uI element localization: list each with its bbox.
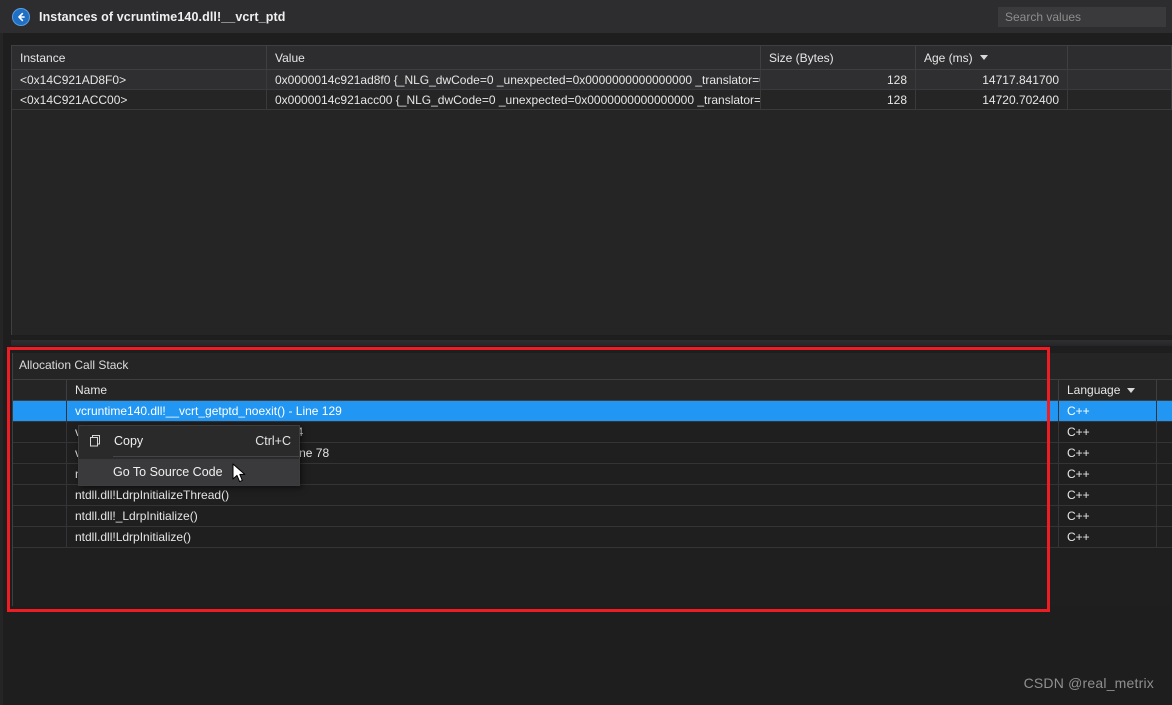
instances-grid: Instance Value Size (Bytes) Age (ms) <0x… <box>11 45 1172 335</box>
cell-frame-name: ntdll.dll!_LdrpInitialize() <box>67 506 1059 526</box>
column-header-age-label: Age (ms) <box>924 50 973 65</box>
page-title: Instances of vcruntime140.dll!__vcrt_ptd <box>39 9 286 24</box>
context-menu-item-copy-label: Copy <box>114 434 144 448</box>
cell-language: C++ <box>1059 506 1157 526</box>
cell-size: 128 <box>761 90 916 109</box>
cell-tail <box>1157 527 1172 547</box>
column-header-value[interactable]: Value <box>267 46 761 69</box>
cell-age: 14720.702400 <box>916 90 1068 109</box>
column-header-gutter[interactable] <box>13 380 67 400</box>
row-gutter <box>13 443 67 463</box>
context-menu-item-go-to-source-code-label: Go To Source Code <box>113 465 223 479</box>
table-row[interactable]: <0x14C921ACC00> 0x0000014c921acc00 {_NLG… <box>12 90 1172 110</box>
cell-frame-name: ntdll.dll!LdrpInitialize() <box>67 527 1059 547</box>
cell-tail <box>1157 443 1172 463</box>
column-header-instance[interactable]: Instance <box>12 46 267 69</box>
sort-descending-caret-icon <box>979 55 988 60</box>
copy-icon <box>87 432 105 450</box>
column-header-age[interactable]: Age (ms) <box>916 46 1068 69</box>
cell-blank <box>1068 90 1172 109</box>
list-item[interactable]: ntdll.dll!LdrpInitializeThread() C++ <box>13 485 1172 506</box>
cell-tail <box>1157 485 1172 505</box>
row-gutter <box>13 506 67 526</box>
cell-size: 128 <box>761 70 916 89</box>
cell-instance: <0x14C921AD8F0> <box>12 70 267 89</box>
column-header-tail[interactable] <box>1157 380 1172 400</box>
cell-value: 0x0000014c921acc00 {_NLG_dwCode=0 _unexp… <box>267 90 761 109</box>
cell-tail <box>1157 506 1172 526</box>
cell-instance: <0x14C921ACC00> <box>12 90 267 109</box>
cell-value: 0x0000014c921ad8f0 {_NLG_dwCode=0 _unexp… <box>267 70 761 89</box>
column-header-size-label: Size (Bytes) <box>769 50 834 65</box>
context-menu-item-copy[interactable]: Copy Ctrl+C <box>79 428 299 454</box>
row-gutter <box>13 485 67 505</box>
search-input[interactable] <box>998 7 1166 27</box>
cell-language: C++ <box>1059 443 1157 463</box>
cell-language: C++ <box>1059 464 1157 484</box>
cell-language: C++ <box>1059 401 1157 421</box>
instances-grid-header: Instance Value Size (Bytes) Age (ms) <box>12 46 1172 70</box>
row-gutter <box>13 401 67 421</box>
watermark: CSDN @real_metrix <box>1023 675 1154 691</box>
row-gutter <box>13 464 67 484</box>
context-menu-item-copy-accelerator: Ctrl+C <box>255 434 291 448</box>
column-header-blank[interactable] <box>1068 46 1172 69</box>
panel-splitter[interactable] <box>11 340 1172 346</box>
cell-blank <box>1068 70 1172 89</box>
column-header-value-label: Value <box>275 50 305 65</box>
list-item[interactable]: vcruntime140.dll!__vcrt_getptd_noexit() … <box>13 401 1172 422</box>
context-menu-item-go-to-source-code[interactable]: Go To Source Code <box>79 459 299 485</box>
cell-language: C++ <box>1059 422 1157 442</box>
table-row[interactable]: <0x14C921AD8F0> 0x0000014c921ad8f0 {_NLG… <box>12 70 1172 90</box>
cell-language: C++ <box>1059 527 1157 547</box>
column-header-size[interactable]: Size (Bytes) <box>761 46 916 69</box>
column-header-language-label: Language <box>1067 383 1121 397</box>
allocation-call-stack-title: Allocation Call Stack <box>13 353 1172 377</box>
row-gutter <box>13 422 67 442</box>
app-window: Instances of vcruntime140.dll!__vcrt_ptd… <box>0 0 1172 705</box>
cell-frame-name: vcruntime140.dll!__vcrt_getptd_noexit() … <box>67 401 1059 421</box>
cell-age: 14717.841700 <box>916 70 1068 89</box>
column-header-name[interactable]: Name <box>67 380 1059 400</box>
call-stack-grid: Name Language vcruntime140.dll!__vcrt_ge… <box>13 379 1172 606</box>
list-item[interactable]: ntdll.dll!LdrpInitialize() C++ <box>13 527 1172 548</box>
cell-tail <box>1157 464 1172 484</box>
sort-descending-caret-icon <box>1127 387 1136 393</box>
column-header-instance-label: Instance <box>20 50 66 65</box>
column-header-name-label: Name <box>75 383 108 397</box>
call-stack-grid-header: Name Language <box>13 380 1172 401</box>
row-gutter <box>13 527 67 547</box>
cell-frame-name: ntdll.dll!LdrpInitializeThread() <box>67 485 1059 505</box>
cell-tail <box>1157 422 1172 442</box>
back-arrow-icon[interactable] <box>12 7 30 26</box>
cell-tail <box>1157 401 1172 421</box>
cell-language: C++ <box>1059 485 1157 505</box>
list-item[interactable]: ntdll.dll!_LdrpInitialize() C++ <box>13 506 1172 527</box>
title-bar: Instances of vcruntime140.dll!__vcrt_ptd <box>0 0 1172 33</box>
column-header-language[interactable]: Language <box>1059 380 1157 400</box>
context-menu: Copy Ctrl+C Go To Source Code <box>78 425 300 486</box>
context-menu-separator <box>113 456 299 457</box>
left-edge-strip <box>0 33 3 705</box>
